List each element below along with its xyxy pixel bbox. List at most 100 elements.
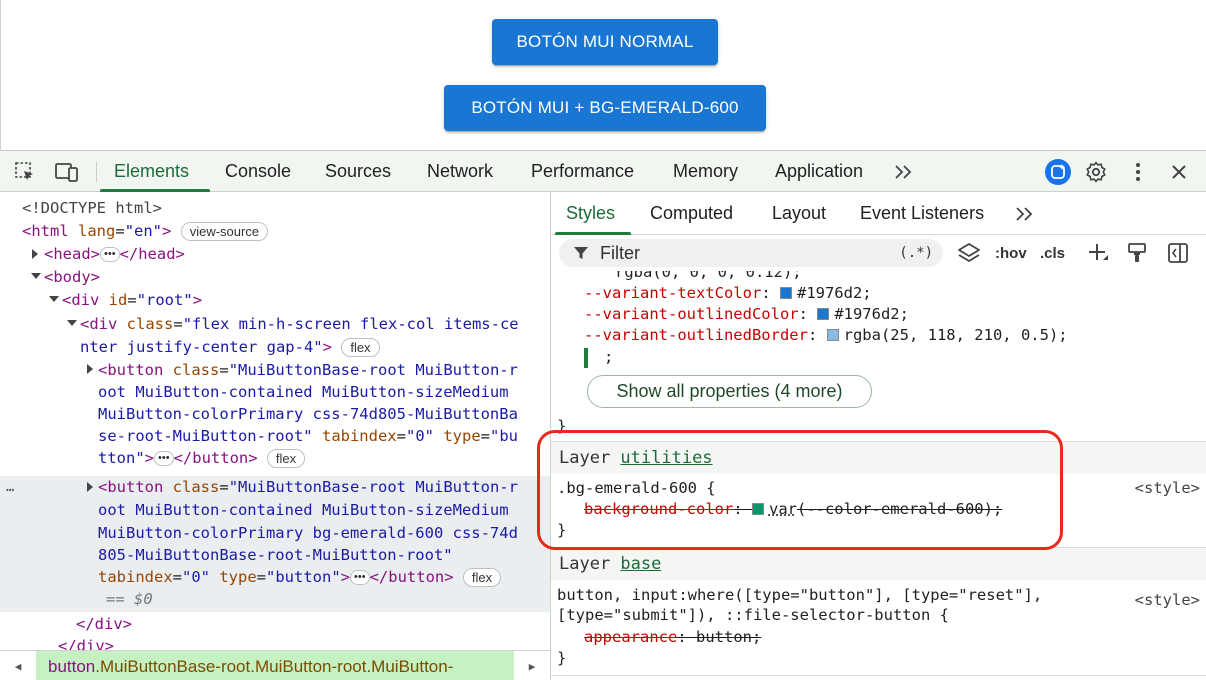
tab-styles[interactable]: Styles bbox=[566, 192, 615, 235]
cls-toggle[interactable]: .cls bbox=[1040, 241, 1065, 265]
tab-network[interactable]: Network bbox=[427, 151, 493, 192]
show-all-properties-button[interactable]: Show all properties (4 more) bbox=[587, 375, 872, 408]
div-tag: <div bbox=[80, 315, 118, 333]
rule-selector-button-cont: [type="submit"]), ::file-selector-button… bbox=[557, 605, 949, 626]
brace: } bbox=[557, 521, 567, 539]
style-source-link[interactable]: <style> bbox=[1135, 478, 1200, 499]
collapsed-ellipsis-icon[interactable]: ••• bbox=[100, 247, 120, 262]
doctype-node[interactable]: <!DOCTYPE html> bbox=[22, 197, 162, 219]
breadcrumb-left-arrow-icon[interactable]: ◀ bbox=[0, 651, 36, 680]
breadcrumb-right-arrow-icon[interactable]: ▶ bbox=[514, 651, 550, 680]
breadcrumb-item[interactable]: button.MuiButtonBase-root.MuiButton-root… bbox=[36, 651, 514, 680]
declaration-variant-outlined-border[interactable]: --variant-outlinedBorder: rgba(25, 118, … bbox=[584, 325, 1068, 346]
type-attr: type bbox=[219, 568, 257, 586]
tab-sources[interactable]: Sources bbox=[325, 151, 391, 192]
node-actions-ellipsis[interactable]: … bbox=[6, 476, 14, 498]
tab-performance[interactable]: Performance bbox=[531, 151, 634, 192]
rule-close-brace: } bbox=[557, 416, 566, 437]
rule-selector-bg-emerald[interactable]: .bg-emerald-600 { bbox=[557, 478, 716, 499]
collapse-flex-div-icon[interactable] bbox=[67, 320, 77, 326]
tab-elements[interactable]: Elements bbox=[114, 151, 189, 192]
declaration-background-color[interactable]: background-color: var(--color-emerald-60… bbox=[584, 499, 1002, 520]
expand-button1-icon[interactable] bbox=[87, 364, 93, 374]
collapse-root-icon[interactable] bbox=[49, 296, 59, 302]
declaration-variant-text-color[interactable]: --variant-textColor: #1976d2; bbox=[584, 283, 872, 304]
button-close-tag: </button> bbox=[369, 568, 454, 586]
tabindex-attr: tabindex bbox=[321, 427, 397, 445]
plus-icon[interactable] bbox=[1086, 241, 1110, 265]
breadcrumb: ◀ button.MuiButtonBase-root.MuiButton-ro… bbox=[0, 650, 550, 680]
button-close-tag: </button> bbox=[173, 449, 258, 467]
color-swatch[interactable] bbox=[817, 308, 830, 320]
layer-link-base[interactable]: base bbox=[620, 554, 661, 574]
regex-toggle[interactable]: (.*) bbox=[899, 245, 933, 261]
close-icon[interactable] bbox=[1167, 160, 1191, 184]
more-subtabs-chevron-icon[interactable] bbox=[1014, 192, 1036, 235]
class-value: oot MuiButton-contained MuiButton-sizeMe… bbox=[98, 383, 509, 401]
collapse-body-icon[interactable] bbox=[31, 273, 41, 279]
id-attr: id bbox=[108, 291, 128, 309]
sidebar-tabs: Styles Computed Layout Event Listeners bbox=[551, 192, 1206, 235]
mui-emerald-button[interactable]: BOTÓN MUI + BG-EMERALD-600 bbox=[444, 85, 766, 131]
div-flex-close[interactable]: </div> bbox=[76, 613, 132, 635]
device-toolbar-icon[interactable] bbox=[55, 160, 79, 184]
tab-application[interactable]: Application bbox=[775, 151, 863, 192]
div-tag: <div bbox=[62, 291, 100, 309]
style-source-link[interactable]: <style> bbox=[1135, 590, 1200, 611]
styles-filter-bar: Filter (.*) :hov .cls bbox=[551, 235, 1206, 271]
flex-badge[interactable]: flex bbox=[266, 449, 306, 468]
tab-computed[interactable]: Computed bbox=[650, 192, 733, 235]
class-value: 805-MuiButtonBase-root-MuiButton-root" bbox=[98, 546, 453, 564]
html-node[interactable]: <html lang="en"> view-source bbox=[22, 220, 269, 242]
tab-event-listeners[interactable]: Event Listeners bbox=[860, 192, 984, 235]
declaration-appearance[interactable]: appearance: button; bbox=[584, 627, 761, 648]
inspect-icon[interactable] bbox=[13, 160, 37, 184]
head-node[interactable]: <head> ••• </head> bbox=[44, 243, 185, 265]
layer-link-utilities[interactable]: utilities bbox=[620, 448, 712, 468]
view-source-badge[interactable]: view-source bbox=[180, 222, 269, 241]
flex-badge[interactable]: flex bbox=[462, 568, 502, 587]
tab-memory[interactable]: Memory bbox=[673, 151, 738, 192]
ai-assistance-icon[interactable] bbox=[1044, 158, 1072, 186]
class-value: se-root-MuiButton-root" bbox=[98, 427, 313, 445]
collapsed-ellipsis-icon[interactable]: ••• bbox=[154, 451, 174, 466]
prop-value: #1976d2; bbox=[796, 284, 872, 302]
breadcrumb-tag: button bbox=[48, 657, 96, 676]
layers-icon[interactable] bbox=[957, 241, 981, 265]
sidebar-toggle-icon[interactable] bbox=[1167, 241, 1189, 265]
selector: .bg-emerald-600 { bbox=[557, 479, 716, 497]
color-swatch[interactable] bbox=[826, 329, 839, 341]
tabindex-attr: tabindex bbox=[98, 568, 173, 586]
declaration-variant-outlined-color[interactable]: --variant-outlinedColor: #1976d2; bbox=[584, 304, 909, 325]
selector: button, input:where([type="button"], [ty… bbox=[557, 586, 1043, 604]
hov-toggle[interactable]: :hov bbox=[995, 241, 1027, 265]
prop-name: background-color bbox=[584, 500, 734, 518]
color-swatch[interactable] bbox=[779, 287, 792, 299]
button2-class-cont: oot MuiButton-contained MuiButton-sizeMe… bbox=[98, 499, 509, 521]
tab-console[interactable]: Console bbox=[225, 151, 291, 192]
body-node[interactable]: <body> bbox=[44, 266, 100, 288]
flex-badge[interactable]: flex bbox=[341, 338, 380, 357]
tab-layout[interactable]: Layout bbox=[772, 192, 826, 235]
paint-brush-icon[interactable] bbox=[1127, 241, 1147, 265]
class-value: "MuiButtonBase-root MuiButton-r bbox=[228, 361, 518, 379]
expand-head-icon[interactable] bbox=[32, 249, 38, 259]
mui-normal-button[interactable]: BOTÓN MUI NORMAL bbox=[492, 19, 718, 65]
color-swatch[interactable] bbox=[751, 503, 764, 515]
div-root-node[interactable]: <div id="root"> bbox=[62, 289, 202, 311]
more-vertical-icon[interactable] bbox=[1126, 160, 1150, 184]
settings-gear-icon[interactable] bbox=[1084, 160, 1108, 184]
div-flex-node[interactable]: <div class="flex min-h-screen flex-col i… bbox=[80, 313, 519, 335]
section-divider bbox=[551, 675, 1206, 676]
button1-node[interactable]: <button class="MuiButtonBase-root MuiBut… bbox=[98, 359, 518, 381]
prop-value: button; bbox=[696, 628, 762, 646]
class-value-line1: "flex min-h-screen flex-col items-ce bbox=[182, 315, 519, 333]
filter-input[interactable]: Filter (.*) bbox=[559, 239, 943, 267]
rule-selector-button[interactable]: button, input:where([type="button"], [ty… bbox=[557, 585, 1042, 606]
expand-button2-icon[interactable] bbox=[87, 482, 93, 492]
layer-header-base: Layer base bbox=[551, 548, 1206, 580]
button2-node[interactable]: <button class="MuiButtonBase-root MuiBut… bbox=[98, 476, 518, 498]
collapsed-ellipsis-icon[interactable]: ••• bbox=[350, 570, 370, 585]
more-tabs-chevron-icon[interactable] bbox=[893, 151, 915, 192]
declaration-empty[interactable]: ; bbox=[584, 347, 613, 368]
